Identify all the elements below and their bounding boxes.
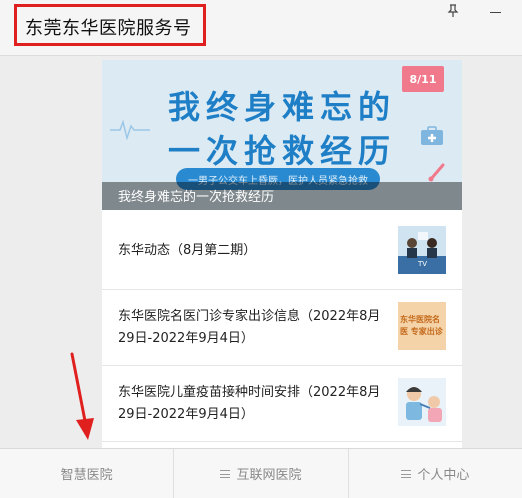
article-thumbnail[interactable]: 东华医院名医 专家出诊 [398,302,446,350]
nav-label: 互联网医院 [236,468,302,483]
window-titlebar: 东莞东华医院服务号 [0,0,522,56]
window-title: 东莞东华医院服务号 [25,18,192,39]
banner-caption[interactable]: 我终身难忘的一次抢救经历 [118,186,274,205]
article-title[interactable]: 东华医院名医门诊专家出诊信息（2022年8月29日-2022年9月4日） [118,306,394,350]
nav-label: 智慧医院 [60,468,113,483]
article-thumbnail[interactable] [398,378,446,426]
bottom-navigation: 智慧医院 互联网医院 个人中心 [0,448,522,498]
thumbnail-text: 东华医院名医 专家出诊 [400,315,443,336]
nav-smart-hospital[interactable]: 智慧医院 [0,449,175,498]
menu-icon [220,469,231,478]
menu-icon [401,469,412,478]
list-item[interactable]: 东华动态（8月第二期） TV [102,210,462,290]
banner-headline-line2: 一次抢救经历 [167,132,396,170]
banner-headline-line1: 我终身难忘的 [167,88,396,126]
thermometer-icon [428,163,445,182]
nav-label: 个人中心 [417,468,470,483]
nav-personal-center[interactable]: 个人中心 [349,449,522,498]
medical-kit-icon [421,126,443,145]
pin-icon[interactable] [440,0,466,22]
article-feed: 8/11 我终身难忘的 一次抢救经历 一男子公交车上昏厥，医护人员紧急抢救 我终… [102,60,462,448]
list-item[interactable]: 东华医院儿童疫苗接种时间安排（2022年8月29日-2022年9月4日） [102,366,462,442]
article-title[interactable]: 东华动态（8月第二期） [118,240,394,262]
featured-banner[interactable]: 8/11 我终身难忘的 一次抢救经历 一男子公交车上昏厥，医护人员紧急抢救 我终… [102,60,462,210]
list-item[interactable]: 东华医院名医门诊专家出诊信息（2022年8月29日-2022年9月4日） 东华医… [102,290,462,366]
minimize-icon[interactable] [482,0,508,22]
title-highlight-box: 东莞东华医院服务号 [14,4,206,46]
article-title[interactable]: 东华医院儿童疫苗接种时间安排（2022年8月29日-2022年9月4日） [118,382,394,426]
red-arrow-annotation [70,352,94,440]
thumbnail-tv-label: TV [418,260,428,268]
article-thumbnail[interactable]: TV [398,226,446,274]
nav-internet-hospital[interactable]: 互联网医院 [174,449,349,498]
